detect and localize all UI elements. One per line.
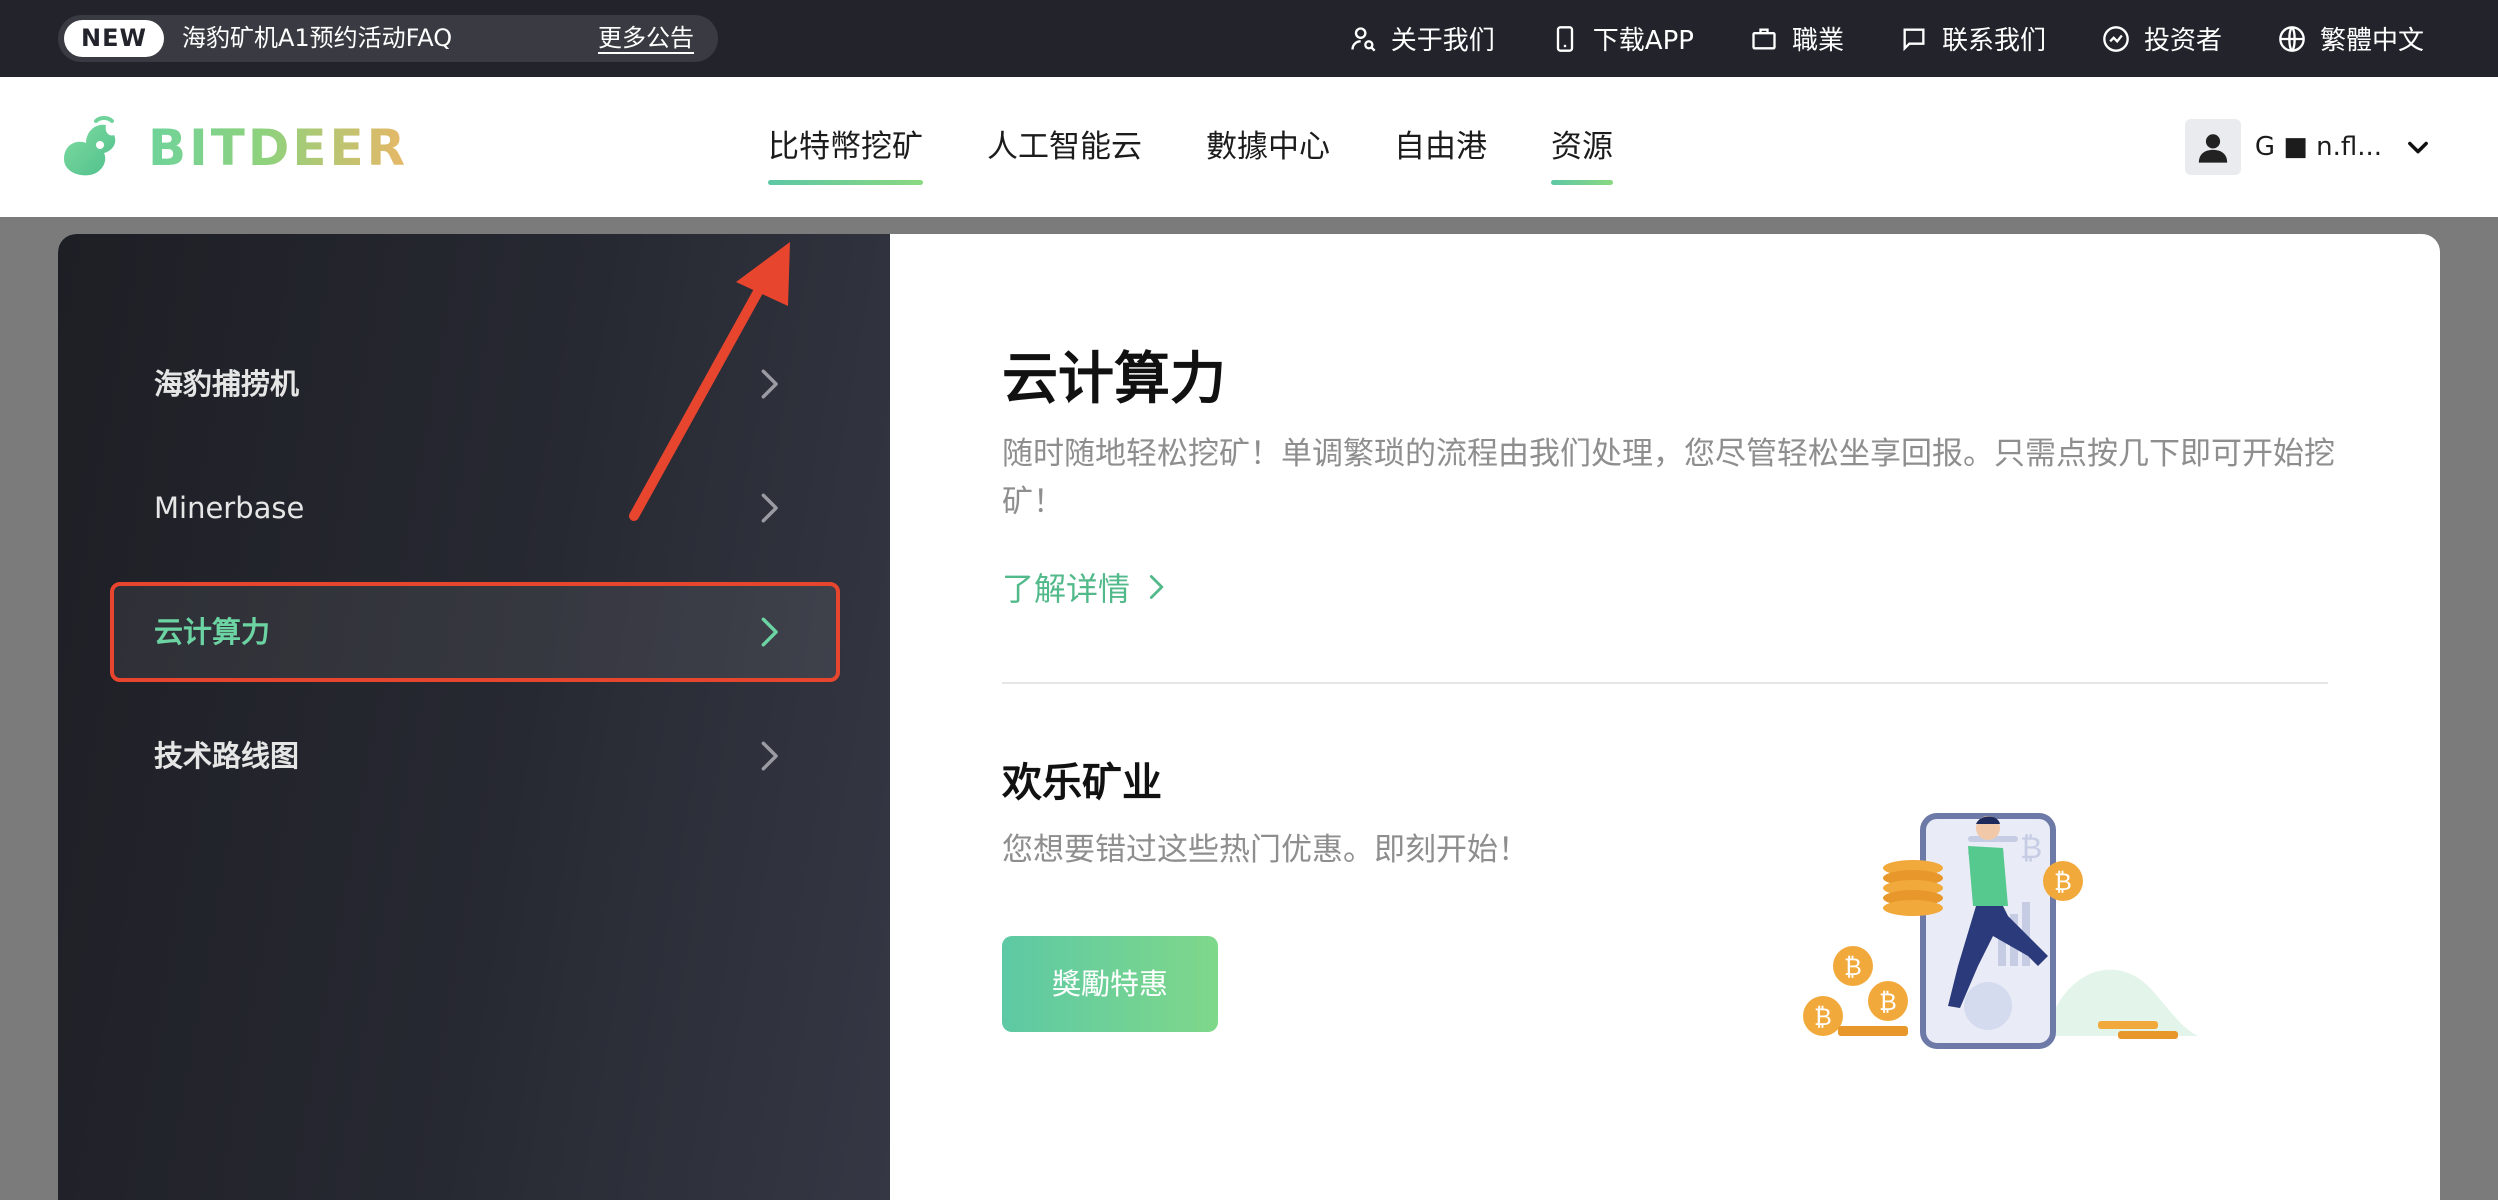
svg-text:₿: ₿ bbox=[2020, 831, 2042, 866]
bitdeer-logo-icon bbox=[64, 116, 116, 176]
mining-illustration: ₿ ₿ ₿ ₿ ₿ bbox=[1803, 813, 2198, 1049]
nav-item-bitcoin-mining[interactable]: 比特幣挖矿 bbox=[768, 77, 923, 217]
nav-item-label: 资源 bbox=[1551, 129, 1613, 165]
language-selector[interactable]: 繁體中文 bbox=[2278, 20, 2424, 57]
new-badge: NEW bbox=[64, 20, 164, 57]
phone-icon bbox=[1556, 25, 1573, 52]
contact-us-label: 联系我们 bbox=[1941, 26, 2046, 56]
chevron-down-icon[interactable] bbox=[2404, 133, 2432, 161]
chart-circle-icon bbox=[2103, 25, 2129, 52]
sidebar-item-label: 技术路线图 bbox=[154, 739, 300, 773]
promo-title: 欢乐矿业 bbox=[1002, 760, 1162, 806]
user-icon bbox=[2198, 134, 2228, 163]
divider bbox=[1002, 682, 2328, 684]
svg-text:₿: ₿ bbox=[1879, 988, 1897, 1016]
nav-item-data-center[interactable]: 數據中心 bbox=[1206, 77, 1330, 217]
brand-logo[interactable]: BITDEER bbox=[56, 115, 405, 179]
sidebar-item-cloud-hashrate[interactable]: 云计算力 bbox=[110, 582, 840, 682]
nav-item-resources[interactable]: 资源 bbox=[1551, 77, 1613, 217]
top-links: 关于我们 下载APP 職業 联系我们 投资者 繁體中文 bbox=[1349, 0, 2424, 77]
nav-item-label: 比特幣挖矿 bbox=[768, 129, 923, 165]
nav-item-label: 數據中心 bbox=[1206, 129, 1330, 165]
download-app-label: 下载APP bbox=[1592, 26, 1694, 56]
announcement-bar[interactable]: NEW 海豹矿机A1预约活动FAQ 更多公告 bbox=[58, 15, 718, 62]
briefcase-icon bbox=[1752, 28, 1776, 49]
learn-more-label: 了解详情 bbox=[1002, 570, 1131, 608]
investors-label: 投资者 bbox=[2143, 26, 2222, 56]
chevron-right-icon bbox=[761, 617, 778, 647]
nav-item-ai-cloud[interactable]: 人工智能云 bbox=[987, 77, 1142, 217]
about-us-link[interactable]: 关于我们 bbox=[1349, 20, 1495, 57]
careers-link[interactable]: 職業 bbox=[1750, 20, 1844, 57]
brand-name: BITDEER bbox=[148, 119, 409, 177]
chat-icon bbox=[1903, 28, 1925, 51]
user-name[interactable]: G ■ n.fl... bbox=[2255, 132, 2382, 162]
chevron-right-icon bbox=[1149, 575, 1164, 599]
rewards-button[interactable]: 獎勵特惠 bbox=[1002, 936, 1218, 1032]
section-title: 云计算力 bbox=[1002, 347, 1226, 412]
sidebar-item-roadmap[interactable]: 技术路线图 bbox=[110, 706, 840, 806]
globe-icon bbox=[2279, 25, 2305, 52]
promo-description: 您想要错过这些热门优惠。即刻开始！ bbox=[1002, 832, 1529, 868]
chevron-right-icon bbox=[761, 741, 778, 771]
nav-item-label: 人工智能云 bbox=[987, 129, 1142, 165]
careers-label: 職業 bbox=[1791, 26, 1844, 56]
avatar[interactable] bbox=[2184, 119, 2241, 175]
sidebar-item-label: 云计算力 bbox=[154, 615, 271, 649]
user-menu[interactable]: G ■ n.fl... bbox=[2184, 119, 2432, 175]
more-announcements-link[interactable]: 更多公告 bbox=[598, 15, 694, 62]
section-description: 随时随地轻松挖矿！单调繁琐的流程由我们处理，您尽管轻松坐享回报。只需点按几下即可… bbox=[1002, 436, 2335, 520]
svg-text:₿: ₿ bbox=[2054, 868, 2072, 896]
announcement-text[interactable]: 海豹矿机A1预约活动FAQ bbox=[182, 15, 452, 62]
content-area: 云计算力 随时随地轻松挖矿！单调繁琐的流程由我们处理，您尽管轻松坐享回报。只需点… bbox=[1002, 234, 2335, 1200]
svg-text:₿: ₿ bbox=[1844, 953, 1862, 981]
active-underline bbox=[768, 180, 923, 185]
user-search-icon bbox=[1351, 26, 1376, 51]
sidebar-item-label: Minerbase bbox=[154, 491, 305, 525]
contact-us-link[interactable]: 联系我们 bbox=[1900, 20, 2046, 57]
about-us-label: 关于我们 bbox=[1390, 26, 1495, 56]
investors-link[interactable]: 投资者 bbox=[2102, 20, 2222, 57]
nav-item-freeport[interactable]: 自由港 bbox=[1394, 77, 1487, 217]
active-underline bbox=[1551, 180, 1613, 185]
sidebar-item-label: 海豹捕捞机 bbox=[154, 367, 300, 401]
language-label: 繁體中文 bbox=[2319, 26, 2424, 56]
download-app-link[interactable]: 下载APP bbox=[1551, 20, 1694, 57]
nav-item-label: 自由港 bbox=[1394, 129, 1487, 165]
annotation-arrow bbox=[629, 242, 790, 521]
svg-text:₿: ₿ bbox=[1814, 1003, 1832, 1031]
dropdown-panel: 海豹捕捞机 Minerbase 云计算力 技术路线图 云计算力 随时随地轻松挖矿… bbox=[58, 234, 2440, 1200]
nav-menu: 比特幣挖矿 人工智能云 數據中心 自由港 资源 bbox=[768, 77, 1677, 217]
learn-more-link[interactable]: 了解详情 bbox=[1002, 564, 1170, 610]
main-nav: BITDEER 比特幣挖矿 人工智能云 數據中心 自由港 资源 G ■ n.fl… bbox=[0, 77, 2498, 217]
top-bar: NEW 海豹矿机A1预约活动FAQ 更多公告 关于我们 下载APP 職業 联系我… bbox=[0, 0, 2498, 77]
